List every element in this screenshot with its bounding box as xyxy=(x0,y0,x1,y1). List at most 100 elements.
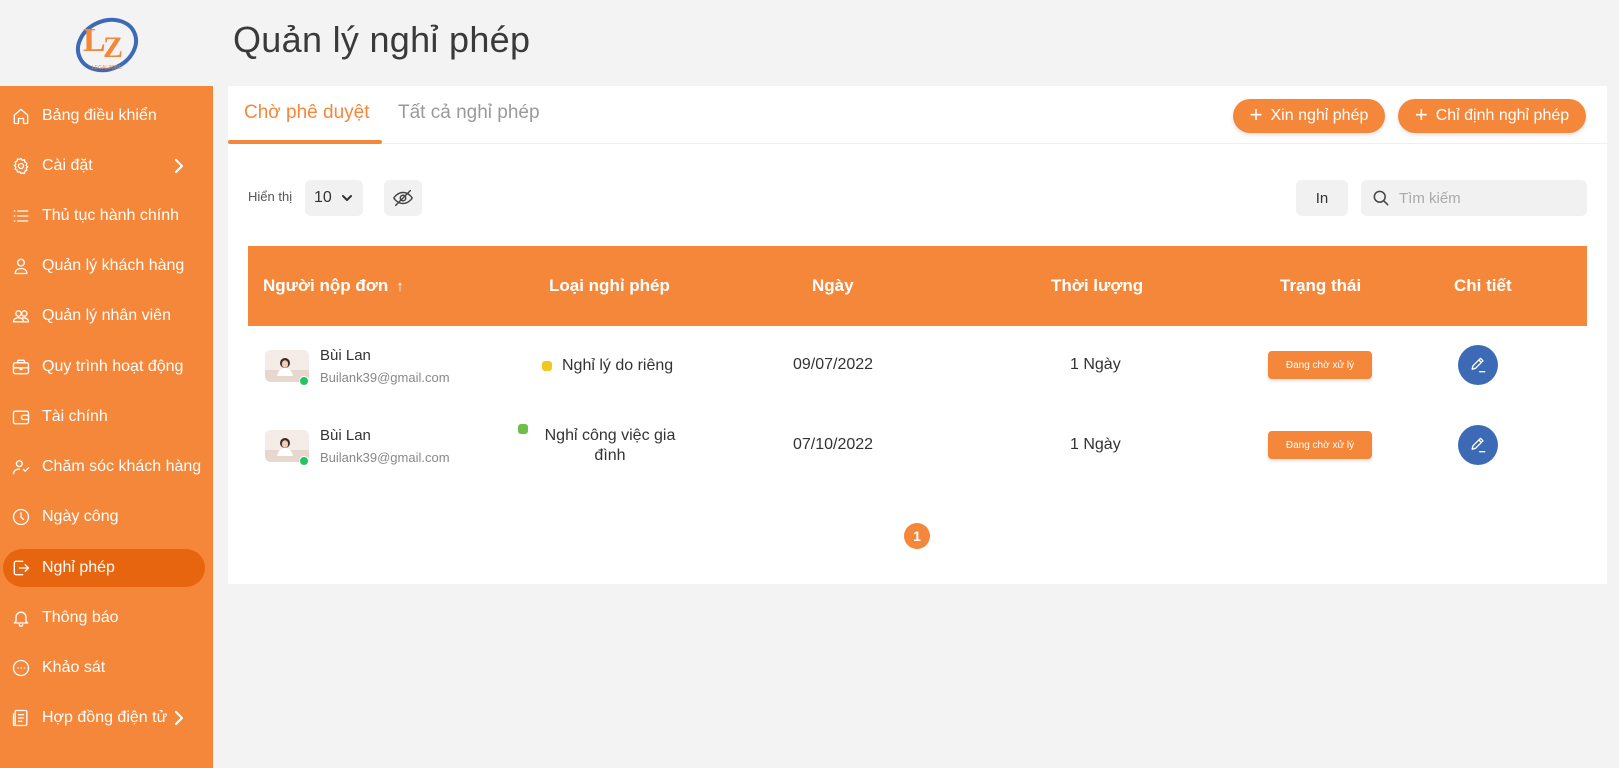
sidebar-item-employees[interactable]: Quản lý nhân viên xyxy=(3,297,205,335)
sort-asc-icon[interactable]: ↑ xyxy=(396,278,404,295)
request-leave-button[interactable]: + Xin nghỉ phép xyxy=(1233,99,1385,133)
sidebar-item-label: Bảng điều khiển xyxy=(42,107,157,124)
plus-icon: + xyxy=(1414,102,1428,127)
column-date: Ngày xyxy=(812,276,854,295)
applicant-name: Bùi Lan xyxy=(320,427,371,444)
sidebar-item-customer-care[interactable]: Chăm sóc khách hàng xyxy=(3,448,205,486)
sidebar-item-label: Hợp đồng điện tử xyxy=(42,709,168,726)
applicant-name: Bùi Lan xyxy=(320,347,371,364)
sidebar-item-label: Thông báo xyxy=(42,609,119,626)
column-duration: Thời lượng xyxy=(1051,276,1144,295)
assign-leave-button[interactable]: + Chỉ định nghỉ phép xyxy=(1398,99,1586,133)
plus-icon: + xyxy=(1249,102,1263,127)
sidebar-item-label: Thủ tục hành chính xyxy=(42,207,179,224)
home-icon xyxy=(11,106,31,126)
logo-area: L Z LEGALZONE xyxy=(0,0,213,86)
sidebar-item-e-contract[interactable]: Hợp đồng điện tử xyxy=(3,699,205,737)
sidebar-item-finance[interactable]: Tài chính xyxy=(3,398,205,436)
leave-type-dot xyxy=(518,424,528,434)
chevron-right-icon xyxy=(169,708,189,728)
logout-icon xyxy=(11,558,31,578)
clock-icon xyxy=(11,507,31,527)
leave-type: Nghỉ lý do riêng xyxy=(562,357,674,374)
sidebar-item-notifications[interactable]: Thông báo xyxy=(3,599,205,637)
sidebar-nav: Bảng điều khiển Cài đặt Thủ tục hành chí… xyxy=(0,86,213,768)
chat-icon xyxy=(11,658,31,678)
online-status-dot xyxy=(299,376,309,386)
column-applicant[interactable]: Người nộp đơn ↑ xyxy=(263,276,404,296)
status-badge: Đang chờ xử lý xyxy=(1268,431,1372,459)
user-icon xyxy=(11,256,31,276)
sidebar: L Z LEGALZONE Bảng điều khiển Cài đặt Th… xyxy=(0,0,213,768)
sidebar-item-label: Tài chính xyxy=(42,408,108,425)
sidebar-item-customers[interactable]: Quản lý khách hàng xyxy=(3,247,205,285)
sidebar-item-leave[interactable]: Nghỉ phép xyxy=(3,549,205,587)
column-type: Loại nghỉ phép xyxy=(549,276,670,295)
column-applicant-label: Người nộp đơn xyxy=(263,276,389,295)
table-header: Người nộp đơn ↑ Loại nghỉ phép Ngày Thời … xyxy=(248,246,1587,326)
status-badge: Đang chờ xử lý xyxy=(1268,351,1372,379)
bell-icon xyxy=(11,608,31,628)
users-icon xyxy=(11,306,31,326)
company-logo[interactable]: L Z LEGALZONE xyxy=(71,7,143,79)
leave-date: 07/10/2022 xyxy=(793,436,874,453)
request-leave-label: Xin nghỉ phép xyxy=(1270,107,1369,124)
sidebar-item-label: Quản lý nhân viên xyxy=(42,307,171,324)
sidebar-item-settings[interactable]: Cài đặt xyxy=(3,147,205,185)
column-status: Trạng thái xyxy=(1280,276,1362,295)
gear-icon xyxy=(11,156,31,176)
chevron-right-icon xyxy=(169,156,189,176)
table-row: Bùi Lan Builank39@gmail.com Nghỉ công vi… xyxy=(248,406,1587,486)
sidebar-item-label: Quy trình hoạt động xyxy=(42,358,184,375)
sidebar-item-workdays[interactable]: Ngày công xyxy=(3,498,205,536)
applicant-email: Builank39@gmail.com xyxy=(320,370,450,385)
applicant-email: Builank39@gmail.com xyxy=(320,450,450,465)
sidebar-item-label: Quản lý khách hàng xyxy=(42,257,185,274)
pencil-icon xyxy=(1471,437,1486,453)
sidebar-item-dashboard[interactable]: Bảng điều khiển xyxy=(3,97,205,135)
column-detail: Chi tiết xyxy=(1454,276,1512,295)
tab-all-leave[interactable]: Tất cả nghỉ phép xyxy=(398,102,540,124)
wallet-icon xyxy=(11,407,31,427)
svg-text:Z: Z xyxy=(103,31,123,64)
leave-duration: 1 Ngày xyxy=(1070,436,1121,453)
search-input[interactable] xyxy=(1399,189,1579,207)
leave-type-dot xyxy=(542,361,552,371)
sidebar-item-workflow[interactable]: Quy trình hoạt động xyxy=(3,348,205,386)
page-size-value: 10 xyxy=(314,189,332,206)
list-icon xyxy=(11,206,31,226)
page-size-select[interactable]: 10 xyxy=(305,180,363,216)
edit-button[interactable] xyxy=(1458,425,1498,465)
support-icon xyxy=(11,457,31,477)
leave-duration: 1 Ngày xyxy=(1070,356,1121,373)
show-label: Hiển thị xyxy=(248,189,293,204)
sidebar-item-label: Chăm sóc khách hàng xyxy=(42,458,202,475)
search-icon xyxy=(1373,190,1389,206)
sidebar-item-label: Ngày công xyxy=(42,508,119,525)
pagination-page-1[interactable]: 1 xyxy=(904,523,930,549)
sidebar-item-label: Nghỉ phép xyxy=(42,559,115,576)
page-title: Quản lý nghỉ phép xyxy=(233,19,531,60)
tabs-divider xyxy=(228,143,1607,144)
active-tab-indicator xyxy=(228,140,382,144)
svg-text:LEGALZONE: LEGALZONE xyxy=(91,65,122,71)
edit-button[interactable] xyxy=(1458,345,1498,385)
leave-type: Nghỉ công việc gia đình xyxy=(544,427,676,464)
sidebar-item-survey[interactable]: Khảo sát xyxy=(3,649,205,687)
column-visibility-button[interactable] xyxy=(384,180,422,216)
eye-off-icon xyxy=(393,189,413,207)
document-icon xyxy=(11,708,31,728)
tab-pending-approval[interactable]: Chờ phê duyệt xyxy=(244,102,370,124)
briefcase-icon xyxy=(11,357,31,377)
online-status-dot xyxy=(299,456,309,466)
print-button[interactable]: In xyxy=(1296,180,1348,216)
chevron-down-icon xyxy=(340,191,354,205)
leave-date: 09/07/2022 xyxy=(793,356,874,373)
assign-leave-label: Chỉ định nghỉ phép xyxy=(1435,107,1570,124)
search-box xyxy=(1361,180,1587,216)
sidebar-item-label: Cài đặt xyxy=(42,157,93,174)
sidebar-item-admin-procedures[interactable]: Thủ tục hành chính xyxy=(3,197,205,235)
table-row: Bùi Lan Builank39@gmail.com Nghỉ lý do r… xyxy=(248,326,1587,406)
leave-card: Chờ phê duyệt Tất cả nghỉ phép + Xin ngh… xyxy=(228,86,1607,584)
sidebar-item-label: Khảo sát xyxy=(42,659,106,676)
